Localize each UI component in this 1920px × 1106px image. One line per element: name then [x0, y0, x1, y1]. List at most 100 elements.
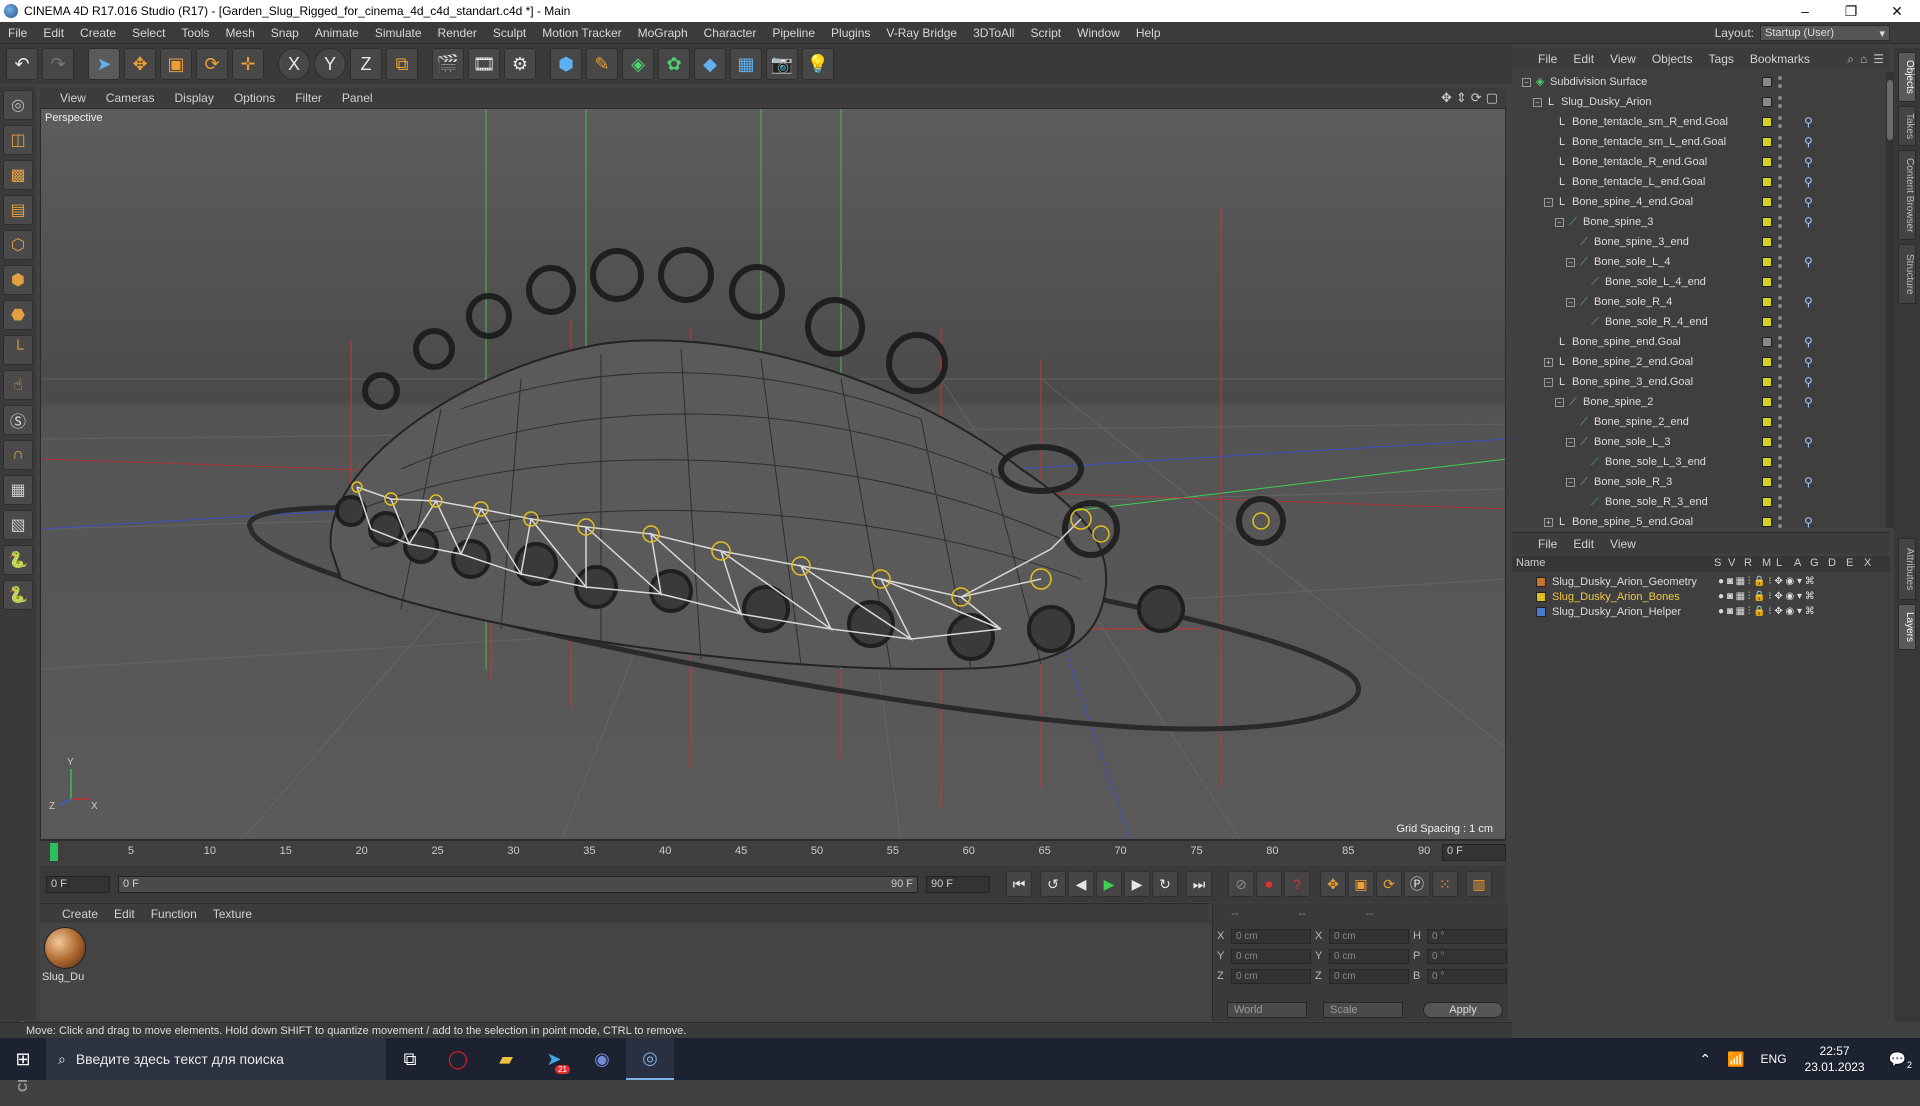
object-row[interactable]: L Bone_spine_end.Goal ⚲: [1512, 332, 1882, 352]
visibility-dots[interactable]: [1778, 516, 1782, 528]
key-rotation-icon[interactable]: ⟳: [1376, 871, 1402, 897]
ik-tag-icon[interactable]: ⚲: [1804, 295, 1813, 309]
object-row[interactable]: L Bone_tentacle_R_end.Goal ⚲: [1512, 152, 1882, 172]
chevron-up-icon[interactable]: ⌃: [1691, 1051, 1719, 1068]
subdivision-icon[interactable]: ◈: [622, 48, 654, 80]
layer-color-swatch[interactable]: [1762, 437, 1772, 447]
visibility-dots[interactable]: [1778, 376, 1782, 388]
layer-color-swatch[interactable]: [1762, 77, 1772, 87]
axis-x-icon[interactable]: X: [278, 48, 310, 80]
go-to-end-icon[interactable]: ⏭: [1186, 871, 1212, 897]
ik-tag-icon[interactable]: ⚲: [1804, 395, 1813, 409]
next-key-icon[interactable]: ↻: [1152, 871, 1178, 897]
tree-expander-icon[interactable]: −: [1566, 437, 1575, 447]
ik-tag-icon[interactable]: ⚲: [1804, 475, 1813, 489]
layer-color-swatch[interactable]: [1762, 257, 1772, 267]
previous-key-icon[interactable]: ↺: [1040, 871, 1066, 897]
layer-menu-view[interactable]: View: [1602, 537, 1644, 551]
layer-color-swatch[interactable]: [1536, 576, 1546, 587]
ik-tag-icon[interactable]: ⚲: [1804, 115, 1813, 129]
tab-layers[interactable]: Layers: [1898, 604, 1916, 650]
layer-color-swatch[interactable]: [1762, 117, 1772, 127]
grid-icon[interactable]: ▦: [3, 475, 33, 505]
layer-row[interactable]: Slug_Dusky_Arion_Bones ● ◙ ▦ ⫶ 🔒 ⁝ ✥ ◉ ▾ …: [1512, 589, 1890, 604]
discord-icon[interactable]: ◉: [578, 1038, 626, 1080]
position-x-field[interactable]: 0 cm: [1231, 928, 1311, 944]
python-icon[interactable]: 🐍: [3, 545, 33, 575]
record-active-objects-icon[interactable]: ⏺: [1256, 871, 1282, 897]
material-preview[interactable]: [44, 927, 86, 969]
position-y-field[interactable]: 0 cm: [1231, 948, 1311, 964]
orbit-icon[interactable]: ⟳: [1471, 90, 1482, 106]
menu-snap[interactable]: Snap: [263, 26, 307, 40]
layer-color-swatch[interactable]: [1762, 337, 1772, 347]
layer-color-swatch[interactable]: [1536, 606, 1546, 617]
frame-range-slider[interactable]: 0 F 90 F: [118, 875, 918, 893]
layer-color-swatch[interactable]: [1762, 157, 1772, 167]
edit-render-settings-icon[interactable]: ⚙: [504, 48, 536, 80]
tree-expander-icon[interactable]: −: [1555, 397, 1564, 407]
material-menu-edit[interactable]: Edit: [106, 907, 143, 921]
ik-tag-icon[interactable]: ⚲: [1804, 135, 1813, 149]
key-point-level-icon[interactable]: ⁙: [1432, 871, 1458, 897]
menu-select[interactable]: Select: [124, 26, 173, 40]
ik-tag-icon[interactable]: ⚲: [1804, 175, 1813, 189]
dolly-icon[interactable]: ⇕: [1456, 90, 1467, 106]
visibility-dots[interactable]: [1778, 156, 1782, 168]
viewport-menu-cameras[interactable]: Cameras: [96, 91, 165, 105]
material-name[interactable]: Slug_Du: [42, 971, 90, 983]
layer-color-swatch[interactable]: [1762, 477, 1772, 487]
array-icon[interactable]: ✿: [658, 48, 690, 80]
ik-tag-icon[interactable]: ⚲: [1804, 355, 1813, 369]
object-row[interactable]: L Bone_tentacle_L_end.Goal ⚲: [1512, 172, 1882, 192]
object-menu-objects[interactable]: Objects: [1644, 52, 1701, 66]
tree-expander-icon[interactable]: −: [1544, 377, 1553, 387]
tree-expander-icon[interactable]: −: [1566, 477, 1575, 487]
visibility-dots[interactable]: [1778, 316, 1782, 328]
object-row[interactable]: ⟋ Bone_sole_R_4_end: [1512, 312, 1882, 332]
tab-objects[interactable]: Objects: [1898, 52, 1916, 102]
language-indicator[interactable]: ENG: [1753, 1052, 1795, 1066]
material-menu-function[interactable]: Function: [143, 907, 205, 921]
visibility-dots[interactable]: [1778, 356, 1782, 368]
layer-menu-edit[interactable]: Edit: [1565, 537, 1602, 551]
scale-icon[interactable]: ▣: [160, 48, 192, 80]
object-row[interactable]: − ⟋ Bone_sole_R_3 ⚲: [1512, 472, 1882, 492]
layer-toggle-icons[interactable]: ● ◙ ▦ ⫶ 🔒 ⁝ ✥ ◉ ▾ ⌘: [1718, 576, 1815, 587]
object-menu-file[interactable]: File: [1530, 52, 1565, 66]
tab-structure[interactable]: Structure: [1898, 244, 1916, 304]
layer-row[interactable]: Slug_Dusky_Arion_Geometry ● ◙ ▦ ⫶ 🔒 ⁝ ✥ ◉…: [1512, 574, 1890, 589]
rotate-icon[interactable]: ⟳: [196, 48, 228, 80]
object-row[interactable]: − ◈ Subdivision Surface: [1512, 72, 1882, 92]
redo-icon[interactable]: ↷: [42, 48, 74, 80]
key-scale-icon[interactable]: ▣: [1348, 871, 1374, 897]
menu-render[interactable]: Render: [430, 26, 485, 40]
visibility-dots[interactable]: [1778, 96, 1782, 108]
layer-color-swatch[interactable]: [1762, 517, 1772, 527]
menu-help[interactable]: Help: [1128, 26, 1169, 40]
perspective-viewport[interactable]: Y Z X Perspective Grid Spacing : 1 cm: [40, 108, 1506, 840]
tree-expander-icon[interactable]: −: [1544, 197, 1553, 207]
layer-color-swatch[interactable]: [1762, 277, 1772, 287]
object-row[interactable]: − ⟋ Bone_sole_L_3 ⚲: [1512, 432, 1882, 452]
size-y-field[interactable]: 0 cm: [1329, 948, 1409, 964]
object-menu-edit[interactable]: Edit: [1565, 52, 1602, 66]
menu-script[interactable]: Script: [1022, 26, 1069, 40]
workplane-lock-icon[interactable]: ▧: [3, 510, 33, 540]
visibility-dots[interactable]: [1778, 236, 1782, 248]
object-row[interactable]: + L Bone_spine_5_end.Goal ⚲: [1512, 512, 1882, 528]
menu-mograph[interactable]: MoGraph: [630, 26, 696, 40]
key-position-icon[interactable]: ✥: [1320, 871, 1346, 897]
object-menu-bookmarks[interactable]: Bookmarks: [1742, 52, 1818, 66]
tab-takes[interactable]: Takes: [1898, 106, 1916, 146]
visibility-dots[interactable]: [1778, 196, 1782, 208]
python-script-icon[interactable]: 🐍: [3, 580, 33, 610]
menu-simulate[interactable]: Simulate: [367, 26, 430, 40]
viewport-menu-filter[interactable]: Filter: [285, 91, 332, 105]
timeline-playhead[interactable]: [50, 843, 58, 861]
enable-axis-icon[interactable]: └: [3, 335, 33, 365]
visibility-dots[interactable]: [1778, 116, 1782, 128]
menu-character[interactable]: Character: [696, 26, 765, 40]
size-z-field[interactable]: 0 cm: [1329, 968, 1409, 984]
layer-color-swatch[interactable]: [1762, 137, 1772, 147]
